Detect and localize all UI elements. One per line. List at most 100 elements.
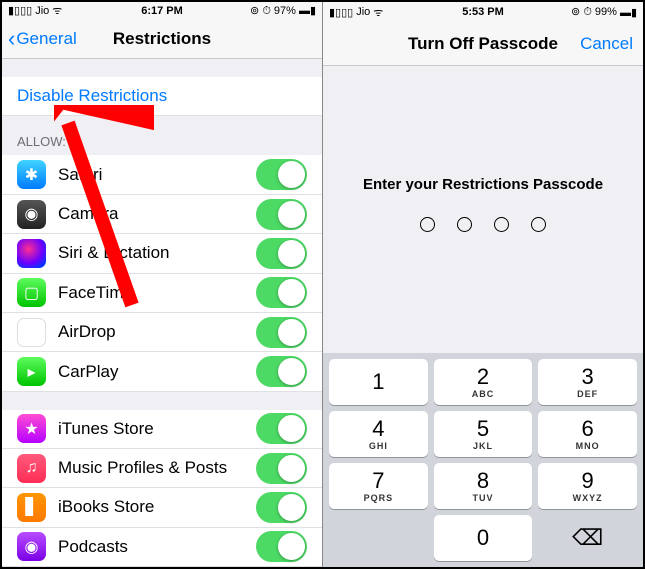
chevron-left-icon: ‹ (8, 26, 15, 52)
app-row-airdrop: ◎ AirDrop (2, 313, 322, 352)
key-6[interactable]: 6MNO (538, 411, 637, 457)
facetime-icon: ▢ (17, 278, 46, 307)
toggle-airdrop[interactable] (256, 317, 307, 348)
carplay-icon: ▸ (17, 357, 46, 386)
cancel-button[interactable]: Cancel (580, 34, 633, 54)
carrier-label: Jio (35, 5, 49, 17)
podcasts-icon: ◉ (17, 532, 46, 561)
key-3[interactable]: 3DEF (538, 359, 637, 405)
numeric-keypad: 1 2ABC 3DEF 4GHI 5JKL 6MNO 7PQRS 8TUV 9W… (323, 353, 643, 567)
toggle-camera[interactable] (256, 199, 307, 230)
app-row-carplay: ▸ CarPlay (2, 352, 322, 391)
key-0[interactable]: 0 (434, 515, 533, 561)
app-label: Siri & Dictation (58, 243, 256, 263)
page-title: Restrictions (113, 29, 211, 49)
passcode-dot (420, 217, 435, 232)
signal-icon: ▮▯▯▯ (8, 4, 32, 17)
battery-label: 97% (274, 5, 296, 17)
key-sub: DEF (577, 389, 598, 399)
key-sub: PQRS (364, 493, 394, 503)
status-bar: ▮▯▯▯Jioᯤ 5:53 PM ⊚ ⏱99%▬▮ (323, 2, 643, 22)
app-row-siri: Siri & Dictation (2, 234, 322, 273)
app-row-facetime: ▢ FaceTime (2, 274, 322, 313)
backspace-icon: ⌫ (572, 525, 603, 551)
toggle-facetime[interactable] (256, 277, 307, 308)
phone-passcode: ▮▯▯▯Jioᯤ 5:53 PM ⊚ ⏱99%▬▮ Turn Off Passc… (322, 2, 643, 567)
key-blank (329, 515, 428, 561)
allow-section-header: ALLOW: (2, 116, 322, 155)
toggle-ibooks[interactable] (256, 492, 307, 523)
key-sub: MNO (576, 441, 600, 451)
key-1[interactable]: 1 (329, 359, 428, 405)
app-label: CarPlay (58, 362, 256, 382)
toggle-itunes[interactable] (256, 413, 307, 444)
nav-bar: ‹General Restrictions (2, 20, 322, 59)
key-number: 3 (582, 366, 594, 388)
app-label: iTunes Store (58, 419, 256, 439)
app-label: Music Profiles & Posts (58, 458, 256, 478)
toggle-music[interactable] (256, 453, 307, 484)
app-row-music: ♫ Music Profiles & Posts (2, 449, 322, 488)
app-label: Camera (58, 204, 256, 224)
key-backspace[interactable]: ⌫ (538, 515, 637, 561)
passcode-dots (420, 217, 546, 232)
wifi-icon: ᯤ (52, 3, 62, 18)
app-label: Podcasts (58, 537, 256, 557)
page-title: Turn Off Passcode (408, 34, 558, 54)
key-sub: WXYZ (573, 493, 603, 503)
carrier-label: Jio (356, 6, 370, 18)
passcode-dot (494, 217, 509, 232)
app-row-camera: ◉ Camera (2, 195, 322, 234)
app-row-itunes: ★ iTunes Store (2, 410, 322, 449)
wifi-icon: ᯤ (373, 5, 383, 20)
signal-icon: ▮▯▯▯ (329, 6, 353, 19)
app-label: AirDrop (58, 322, 256, 342)
key-8[interactable]: 8TUV (434, 463, 533, 509)
key-number: 2 (477, 366, 489, 388)
toggle-safari[interactable] (256, 159, 307, 190)
phone-restrictions: ▮▯▯▯Jioᯤ 6:17 PM ⊚ ⏱97%▬▮ ‹General Restr… (2, 2, 322, 567)
key-number: 0 (477, 527, 489, 549)
toggle-podcasts[interactable] (256, 531, 307, 562)
key-5[interactable]: 5JKL (434, 411, 533, 457)
app-row-safari: ✱ Safari (2, 155, 322, 194)
passcode-dot (457, 217, 472, 232)
key-number: 4 (372, 418, 384, 440)
passcode-prompt: Enter your Restrictions Passcode (363, 176, 603, 193)
alarm-icon: ⊚ ⏱ (250, 4, 271, 18)
back-button[interactable]: ‹General (8, 26, 77, 52)
spacer (2, 392, 322, 410)
key-number: 6 (582, 418, 594, 440)
key-7[interactable]: 7PQRS (329, 463, 428, 509)
battery-icon: ▬▮ (620, 6, 637, 19)
key-sub: JKL (473, 441, 493, 451)
itunes-icon: ★ (17, 414, 46, 443)
music-icon: ♫ (17, 454, 46, 483)
nav-bar: Turn Off Passcode Cancel (323, 22, 643, 66)
key-number: 7 (372, 470, 384, 492)
key-sub: ABC (472, 389, 495, 399)
toggle-siri[interactable] (256, 238, 307, 269)
cancel-label: Cancel (580, 34, 633, 53)
app-label: Safari (58, 165, 256, 185)
key-2[interactable]: 2ABC (434, 359, 533, 405)
toggle-carplay[interactable] (256, 356, 307, 387)
key-4[interactable]: 4GHI (329, 411, 428, 457)
app-row-ibooks: ▋ iBooks Store (2, 488, 322, 527)
key-sub: GHI (369, 441, 388, 451)
app-label: FaceTime (58, 283, 256, 303)
app-row-podcasts: ◉ Podcasts (2, 528, 322, 567)
battery-icon: ▬▮ (299, 4, 316, 17)
airdrop-icon: ◎ (17, 318, 46, 347)
passcode-dot (531, 217, 546, 232)
disable-restrictions-button[interactable]: Disable Restrictions (2, 77, 322, 116)
key-number: 5 (477, 418, 489, 440)
key-9[interactable]: 9WXYZ (538, 463, 637, 509)
back-label: General (16, 29, 76, 49)
battery-label: 99% (595, 6, 617, 18)
alarm-icon: ⊚ ⏱ (571, 5, 592, 19)
disable-restrictions-label: Disable Restrictions (17, 86, 167, 106)
app-label: iBooks Store (58, 497, 256, 517)
spacer (2, 59, 322, 77)
key-number: 1 (372, 371, 384, 393)
